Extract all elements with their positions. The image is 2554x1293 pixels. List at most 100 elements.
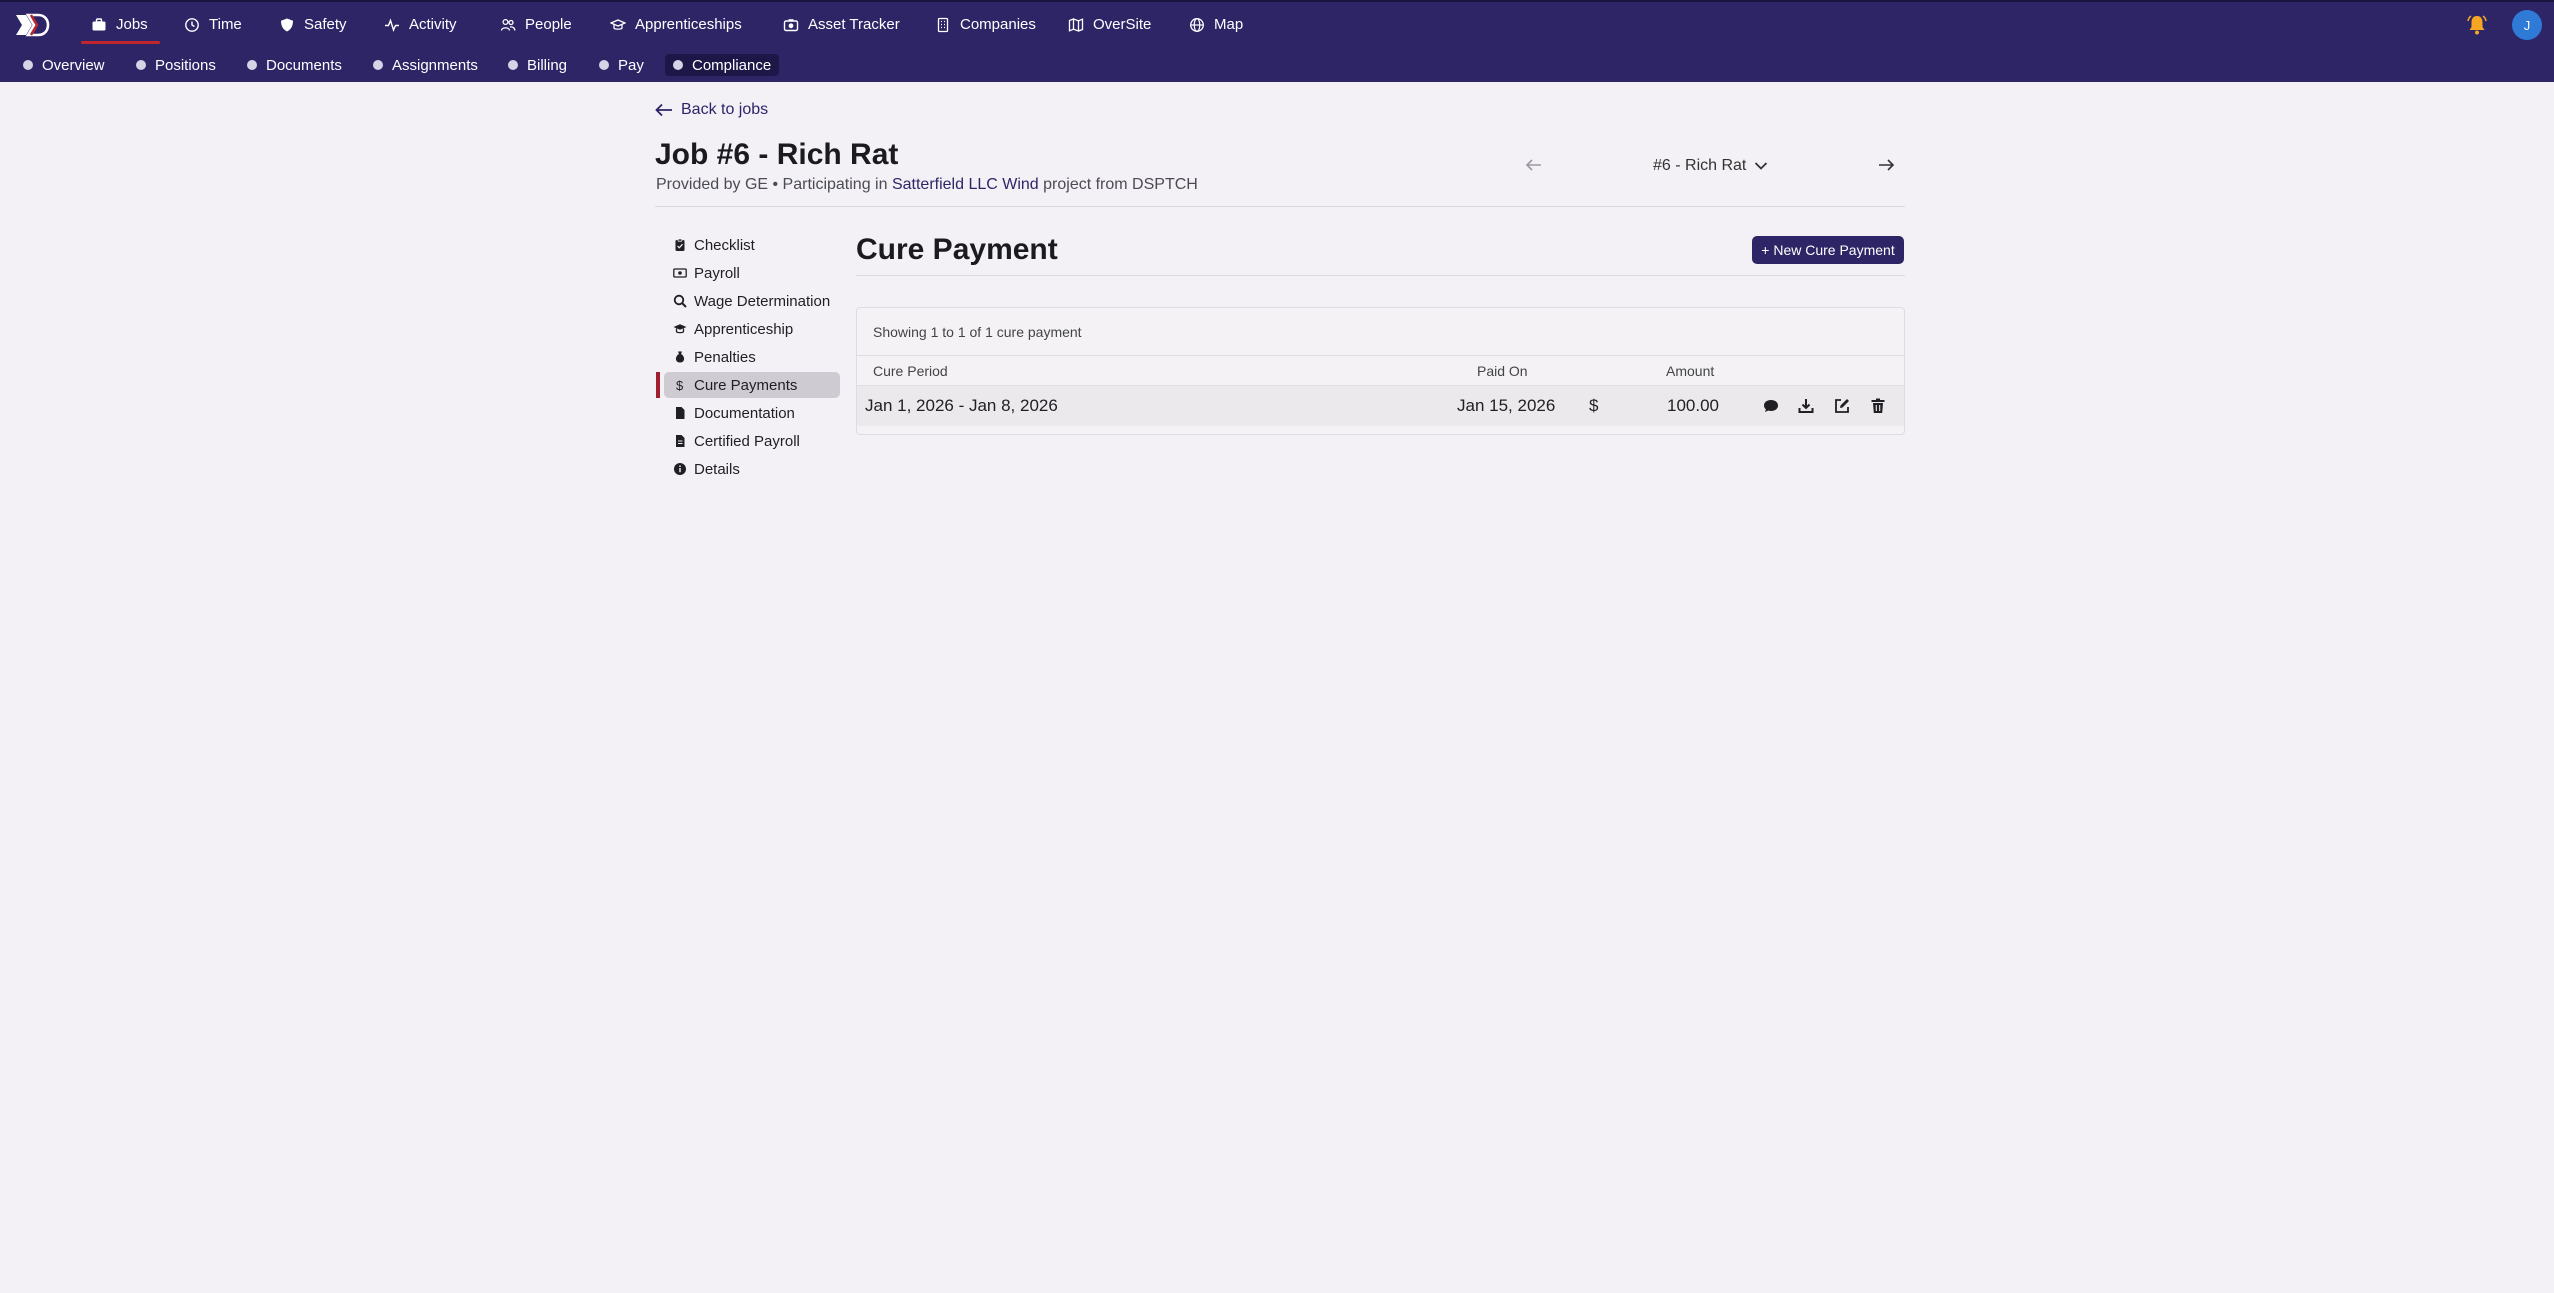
job-subtitle: Provided by GE • Participating in Satter…: [656, 176, 1198, 194]
subnav-compliance-label: Compliance: [692, 56, 772, 74]
dot-icon: [136, 60, 146, 70]
subnav-assignments-label: Assignments: [392, 56, 478, 74]
job-subtitle-suffix: project from DSPTCH: [1043, 176, 1198, 193]
column-header-cure-period[interactable]: Cure Period: [873, 363, 948, 379]
sidebar-item-details[interactable]: Details: [664, 456, 840, 482]
nav-oversite-label: OverSite: [1093, 16, 1152, 33]
nav-jobs-label: Jobs: [116, 16, 148, 33]
notification-bell-icon[interactable]: [2465, 13, 2489, 37]
dollar-icon: $: [676, 378, 684, 392]
nav-map-label: Map: [1214, 16, 1244, 33]
arrow-left-icon: [655, 103, 672, 117]
results-count: Showing 1 to 1 of 1 cure payment: [873, 324, 1082, 340]
subnav-billing-label: Billing: [527, 56, 568, 74]
subnav-overview[interactable]: Overview: [23, 54, 105, 76]
cure-payment-table: Showing 1 to 1 of 1 cure payment Cure Pe…: [856, 307, 1905, 435]
new-cure-payment-button[interactable]: + New Cure Payment: [1752, 236, 1904, 264]
nav-safety-label: Safety: [304, 16, 347, 33]
nav-time[interactable]: Time: [184, 2, 242, 47]
sidebar-item-wage-determination[interactable]: Wage Determination: [664, 288, 840, 314]
sidebar-item-checklist[interactable]: Checklist: [664, 232, 840, 258]
cell-paid-on: Jan 15, 2026: [1457, 396, 1556, 415]
map-icon: [1068, 17, 1084, 32]
next-job-arrow-icon[interactable]: [1876, 157, 1896, 173]
clock-icon: [185, 17, 199, 32]
graduation-cap-icon: [673, 324, 687, 334]
sidebar-item-label: Wage Determination: [694, 292, 831, 310]
graduation-cap-icon: [610, 18, 626, 30]
user-avatar[interactable]: J: [2512, 10, 2542, 40]
job-selector-dropdown[interactable]: #6 - Rich Rat: [1653, 157, 1768, 175]
nav-apprenticeships-label: Apprenticeships: [635, 16, 742, 33]
dsptch-logo[interactable]: [14, 12, 50, 38]
building-icon: [937, 17, 949, 32]
sidebar-item-penalties[interactable]: Penalties: [664, 344, 840, 370]
nav-apprenticeships[interactable]: Apprenticeships: [610, 2, 742, 47]
sidebar-item-label: Cure Payments: [694, 376, 798, 394]
dot-icon: [673, 60, 683, 70]
download-icon[interactable]: [1797, 397, 1815, 415]
cell-amount: 100.00: [1667, 396, 1719, 415]
active-indicator: [656, 372, 660, 398]
sidebar-item-payroll[interactable]: Payroll: [664, 260, 840, 286]
dot-icon: [599, 60, 609, 70]
sidebar-item-label: Apprenticeship: [694, 320, 794, 338]
subnav-positions[interactable]: Positions: [136, 54, 216, 76]
edit-icon[interactable]: [1833, 397, 1851, 415]
money-bag-icon: [675, 351, 685, 363]
sidebar-item-certified-payroll[interactable]: Certified Payroll: [664, 428, 840, 454]
sidebar-item-documentation[interactable]: Documentation: [664, 400, 840, 426]
top-navbar: Jobs Time Safety Activity People Apprent…: [0, 0, 2554, 47]
svg-text:$: $: [676, 378, 684, 392]
globe-icon: [1190, 17, 1204, 32]
dot-icon: [373, 60, 383, 70]
nav-map[interactable]: Map: [1189, 2, 1243, 47]
magnify-icon: [673, 294, 687, 308]
header-divider: [655, 206, 1905, 207]
job-selector-label: #6 - Rich Rat: [1653, 157, 1747, 174]
file-icon: [676, 407, 685, 419]
money-icon: [673, 268, 687, 278]
previous-job-arrow-icon[interactable]: [1524, 157, 1544, 173]
sidebar-item-cure-payments[interactable]: $ Cure Payments: [664, 372, 840, 398]
sidebar-item-label: Penalties: [694, 348, 756, 366]
nav-oversite[interactable]: OverSite: [1068, 2, 1151, 47]
nav-companies[interactable]: Companies: [935, 2, 1036, 47]
sidebar-item-label: Checklist: [694, 236, 755, 254]
cell-currency: $: [1589, 396, 1599, 415]
nav-activity[interactable]: Activity: [384, 2, 457, 47]
subnav-pay[interactable]: Pay: [599, 54, 644, 76]
section-title: Cure Payment: [856, 233, 1058, 266]
chevron-down-icon: [1755, 162, 1768, 170]
nav-safety[interactable]: Safety: [279, 2, 347, 47]
back-link-label: Back to jobs: [681, 101, 769, 118]
column-header-paid-on[interactable]: Paid On: [1477, 363, 1528, 379]
back-to-jobs-link[interactable]: Back to jobs: [655, 99, 768, 121]
sidebar-item-apprenticeship[interactable]: Apprenticeship: [664, 316, 840, 342]
nav-asset-tracker[interactable]: Asset Tracker: [783, 2, 900, 47]
table-divider: [857, 355, 1904, 356]
subnav-overview-label: Overview: [42, 56, 105, 74]
briefcase-icon: [92, 17, 106, 30]
file-lines-icon: [676, 435, 685, 447]
subnav-documents-label: Documents: [266, 56, 342, 74]
project-link[interactable]: Satterfield LLC Wind: [892, 176, 1039, 193]
subnav-billing[interactable]: Billing: [508, 54, 567, 76]
nav-jobs[interactable]: Jobs: [81, 2, 160, 47]
subnav-compliance[interactable]: Compliance: [665, 54, 780, 76]
sidebar-item-label: Documentation: [694, 404, 795, 422]
subnav-documents[interactable]: Documents: [247, 54, 342, 76]
activity-icon: [385, 17, 399, 32]
section-divider: [856, 275, 1905, 276]
sidebar-item-label: Certified Payroll: [694, 432, 800, 450]
comment-icon[interactable]: [1762, 397, 1780, 415]
subnav-pay-label: Pay: [618, 56, 644, 74]
column-header-amount[interactable]: Amount: [1666, 363, 1714, 379]
subnav-assignments[interactable]: Assignments: [373, 54, 478, 76]
nav-people[interactable]: People: [500, 2, 572, 47]
sidebar-item-label: Payroll: [694, 264, 740, 282]
dot-icon: [247, 60, 257, 70]
dot-icon: [23, 60, 33, 70]
trash-icon[interactable]: [1869, 397, 1887, 415]
info-icon: [674, 463, 686, 475]
